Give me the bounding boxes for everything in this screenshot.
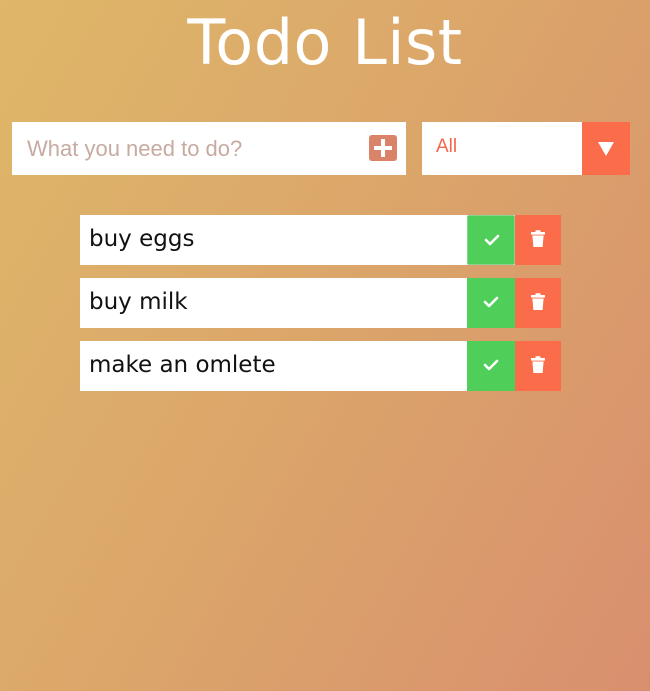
trash-icon	[531, 230, 545, 247]
check-icon	[483, 296, 499, 308]
todo-text: make an omlete	[89, 352, 276, 378]
todo-form	[12, 122, 406, 175]
delete-button[interactable]	[515, 341, 561, 391]
trash-icon	[531, 356, 545, 373]
todo-item: buy eggs	[80, 215, 561, 265]
page-title: Todo List	[187, 6, 463, 79]
todo-input[interactable]	[12, 122, 362, 175]
todo-text: buy milk	[89, 289, 188, 315]
todo-list: buy eggs buy milk make an omlete	[80, 215, 561, 404]
delete-button[interactable]	[515, 215, 561, 265]
check-icon	[483, 359, 499, 371]
filter-select[interactable]: All	[422, 122, 630, 175]
todo-item: make an omlete	[80, 341, 561, 391]
complete-button[interactable]	[467, 215, 515, 265]
check-icon	[484, 234, 500, 246]
plus-icon-vertical	[381, 139, 385, 157]
filter-dropdown-button[interactable]	[582, 122, 630, 175]
chevron-down-icon	[598, 142, 614, 156]
todo-item: buy milk	[80, 278, 561, 328]
delete-button[interactable]	[515, 278, 561, 328]
trash-icon	[531, 293, 545, 310]
complete-button[interactable]	[467, 341, 515, 391]
todo-text: buy eggs	[89, 226, 195, 252]
filter-selected-value: All	[436, 136, 458, 157]
add-todo-button[interactable]	[369, 135, 397, 161]
complete-button[interactable]	[467, 278, 515, 328]
